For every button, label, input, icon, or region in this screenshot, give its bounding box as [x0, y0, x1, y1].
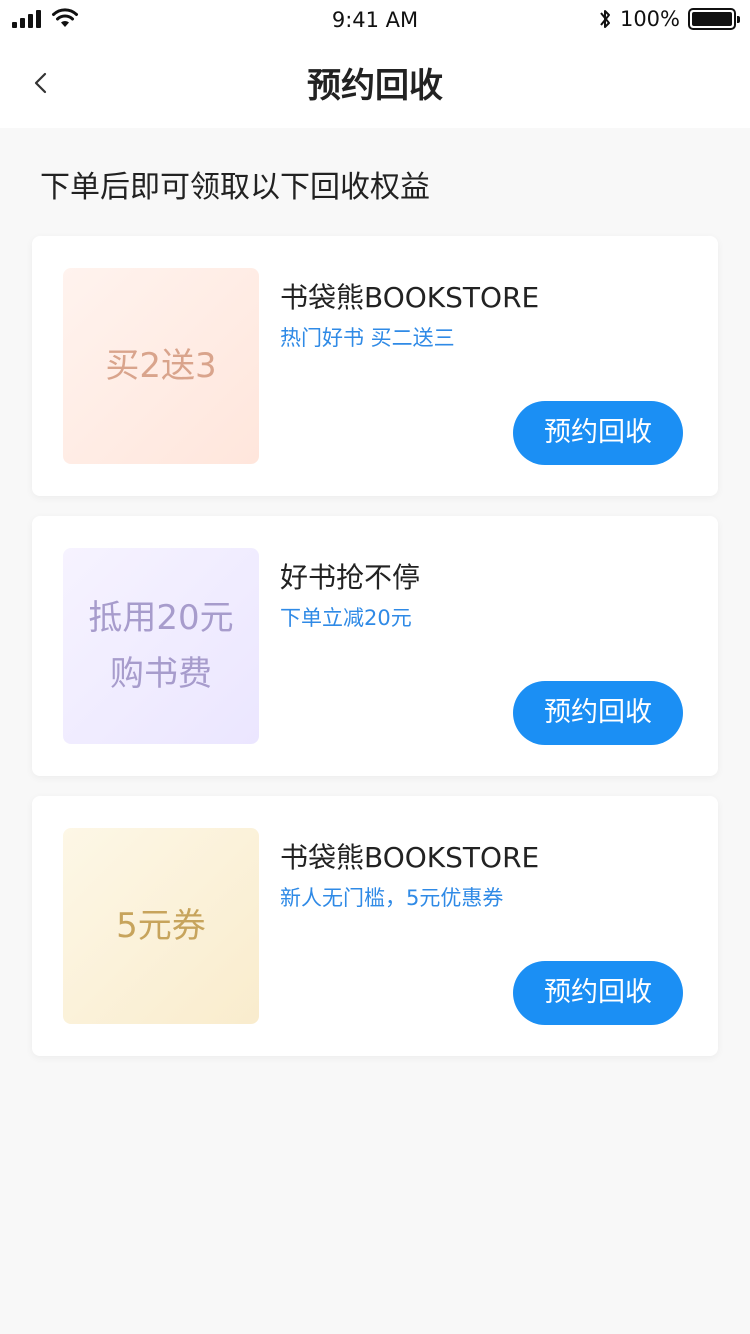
- page-title: 预约回收: [307, 66, 443, 106]
- benefit-thumbnail: 抵用20元 购书费: [63, 548, 259, 744]
- navigation-bar: 预约回收: [0, 40, 750, 128]
- card-subtitle: 新人无门槛，5元优惠券: [280, 886, 504, 910]
- reserve-recycle-button[interactable]: 预约回收: [513, 681, 683, 745]
- status-bar: 9:41 AM 100%: [0, 0, 750, 40]
- card-subtitle: 下单立减20元: [280, 606, 412, 630]
- benefit-thumbnail: 买2送3: [63, 268, 259, 464]
- benefit-card-3: 5元券 书袋熊BOOKSTORE 新人无门槛，5元优惠券 预约回收: [32, 796, 718, 1056]
- section-title: 下单后即可领取以下回收权益: [40, 170, 430, 205]
- battery-percentage: 100%: [619, 7, 680, 31]
- status-right: 100%: [598, 7, 740, 31]
- benefit-card-1: 买2送3 书袋熊BOOKSTORE 热门好书 买二送三 预约回收: [32, 236, 718, 496]
- reserve-recycle-button[interactable]: 预约回收: [513, 961, 683, 1025]
- bluetooth-icon: [600, 10, 610, 28]
- thumbnail-text-line: 5元券: [116, 906, 206, 946]
- battery-icon: [688, 8, 740, 30]
- card-title: 书袋熊BOOKSTORE: [280, 281, 540, 314]
- thumbnail-text-line: 抵用20元: [88, 598, 234, 638]
- reserve-recycle-button[interactable]: 预约回收: [513, 401, 683, 465]
- card-subtitle: 热门好书 买二送三: [280, 326, 455, 350]
- card-title: 好书抢不停: [280, 561, 421, 594]
- thumbnail-text-line: 购书费: [109, 654, 212, 694]
- benefit-thumbnail: 5元券: [63, 828, 259, 1024]
- benefit-card-2: 抵用20元 购书费 好书抢不停 下单立减20元 预约回收: [32, 516, 718, 776]
- card-title: 书袋熊BOOKSTORE: [280, 841, 540, 874]
- thumbnail-text-line: 买2送3: [105, 346, 217, 386]
